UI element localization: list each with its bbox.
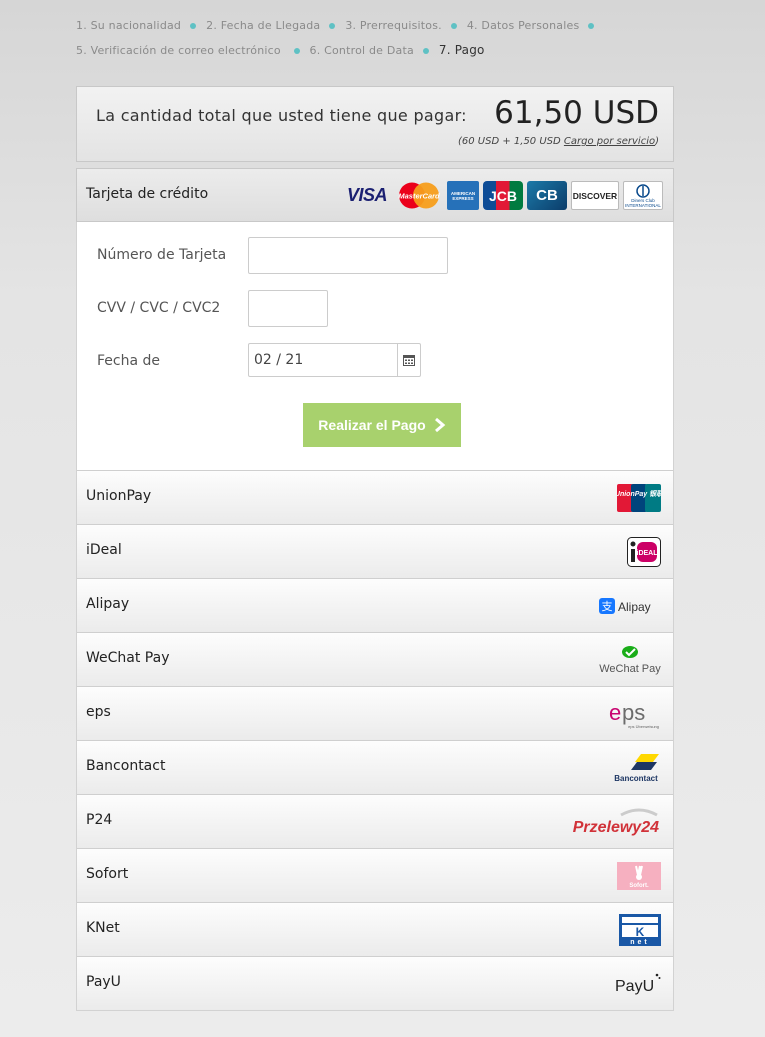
expiry-date-input[interactable]: 02 / 21 (248, 343, 421, 377)
diners-club-logo: Diners Club INTERNATIONAL (623, 181, 663, 210)
step-nationality[interactable]: 1. Su nacionalidad (76, 19, 181, 32)
mastercard-logo: MasterCard (395, 181, 443, 210)
step-separator-dot (422, 47, 429, 54)
amount-breakdown: (60 USD + 1,50 USD Cargo por servicio) (458, 136, 659, 147)
method-sofort[interactable]: Sofort Sofort. (77, 848, 673, 902)
card-form: Número de Tarjeta CVV / CVC / CVC2 Fecha… (76, 222, 674, 470)
eps-icon: e ps eps Überweisung (609, 698, 661, 730)
step-separator-dot (588, 22, 595, 29)
submit-payment-label: Realizar el Pago (318, 417, 426, 433)
svg-text:支: 支 (602, 600, 613, 613)
ideal-icon: iDEAL (627, 536, 661, 568)
expiry-date-value: 02 / 21 (254, 352, 304, 368)
step-arrival-date[interactable]: 2. Fecha de Llegada (206, 19, 320, 32)
credit-card-header[interactable]: Tarjeta de crédito VISA MasterCard AMERI… (76, 168, 674, 222)
sofort-icon: Sofort. (617, 860, 661, 892)
przelewy24-icon: Przelewy24 (571, 806, 661, 838)
bancontact-text: Bancontact (614, 774, 658, 783)
method-knet[interactable]: KNet Knet (77, 902, 673, 956)
method-bancontact[interactable]: Bancontact Bancontact (77, 740, 673, 794)
eps-text: eps Überweisung (628, 724, 659, 729)
ideal-text: iDEAL (637, 550, 659, 557)
method-ideal[interactable]: iDeal iDEAL (77, 524, 673, 578)
breakdown-prefix: (60 USD + 1,50 USD (458, 136, 564, 147)
discover-logo: DISCOVER (571, 181, 619, 210)
przelewy-text: Przelewy24 (573, 819, 659, 836)
method-name: Bancontact (86, 758, 166, 774)
sofort-text: Sofort. (629, 883, 649, 889)
service-charge-link[interactable]: Cargo por servicio (564, 136, 655, 147)
mastercard-text: MasterCard (398, 192, 440, 201)
amex-logo: AMERICAN EXPRESS (447, 181, 479, 210)
knet-icon: Knet (619, 914, 661, 946)
unionpay-text: UnionPay 银联 (617, 489, 661, 498)
visa-logo: VISA (346, 185, 388, 205)
step-data-control[interactable]: 6. Control de Data (310, 44, 414, 57)
alipay-text: Alipay (618, 600, 651, 614)
svg-text:e: e (609, 700, 621, 725)
unionpay-icon: UnionPay 银联 (617, 482, 661, 514)
wechat-pay-icon: WeChat Pay (599, 644, 661, 676)
credit-card-title: Tarjeta de crédito (86, 186, 209, 202)
method-name: Sofort (86, 866, 129, 882)
step-payment: 7. Pago (438, 43, 485, 57)
total-amount-panel: La cantidad total que usted tiene que pa… (76, 86, 674, 162)
cvv-label: CVV / CVC / CVC2 (97, 300, 221, 316)
card-number-input[interactable] (248, 237, 448, 274)
cb-logo: CB (527, 181, 567, 210)
method-payu[interactable]: PayU PayU (77, 956, 673, 1010)
card-number-label: Número de Tarjeta (97, 247, 227, 263)
step-separator-dot (329, 22, 336, 29)
submit-payment-button[interactable]: Realizar el Pago (303, 403, 461, 447)
chevron-right-icon (434, 417, 445, 433)
jcb-logo: JCB (483, 181, 523, 210)
payu-text: PayU (615, 978, 654, 995)
calendar-icon[interactable] (397, 344, 420, 376)
svg-text:ps: ps (622, 700, 645, 725)
method-unionpay[interactable]: UnionPay UnionPay 银联 (77, 470, 673, 524)
cvv-input[interactable] (248, 290, 328, 327)
step-separator-dot (190, 22, 197, 29)
step-personal-data[interactable]: 4. Datos Personales (467, 19, 580, 32)
total-amount: 61,50 USD (494, 95, 659, 131)
total-label: La cantidad total que usted tiene que pa… (96, 106, 467, 125)
method-name: UnionPay (86, 488, 152, 504)
card-logos: VISA MasterCard AMERICAN EXPRESS JCB CB … (343, 181, 663, 210)
method-name: Alipay (86, 596, 130, 612)
method-p24[interactable]: P24 Przelewy24 (77, 794, 673, 848)
step-prerequisites[interactable]: 3. Prerrequisitos. (345, 19, 442, 32)
method-name: iDeal (86, 542, 122, 558)
method-wechat-pay[interactable]: WeChat Pay WeChat Pay (77, 632, 673, 686)
alipay-icon: 支 Alipay (599, 590, 661, 622)
method-name: WeChat Pay (86, 650, 170, 666)
step-email-verification[interactable]: 5. Verificación de correo electrónico (76, 44, 281, 57)
knet-text: net (630, 939, 650, 946)
bancontact-icon: Bancontact (611, 752, 661, 784)
breakdown-suffix: ) (655, 136, 659, 147)
step-separator-dot (450, 22, 457, 29)
step-separator-dot (293, 47, 300, 54)
payu-icon: PayU (615, 968, 661, 1000)
diners-text: Diners Club INTERNATIONAL (625, 197, 661, 208)
method-eps[interactable]: eps e ps eps Überweisung (77, 686, 673, 740)
method-alipay[interactable]: Alipay 支 Alipay (77, 578, 673, 632)
payment-methods-list: UnionPay UnionPay 银联 iDeal iDEAL Alipay … (76, 470, 674, 1011)
progress-steps: 1. Su nacionalidad 2. Fecha de Llegada 3. … (76, 14, 691, 63)
method-name: P24 (86, 812, 113, 828)
wechat-text: WeChat Pay (599, 663, 661, 675)
method-name: KNet (86, 920, 120, 936)
method-name: eps (86, 704, 111, 720)
expiry-date-label: Fecha de (97, 353, 160, 369)
method-name: PayU (86, 974, 121, 990)
svg-text:K: K (636, 925, 645, 939)
